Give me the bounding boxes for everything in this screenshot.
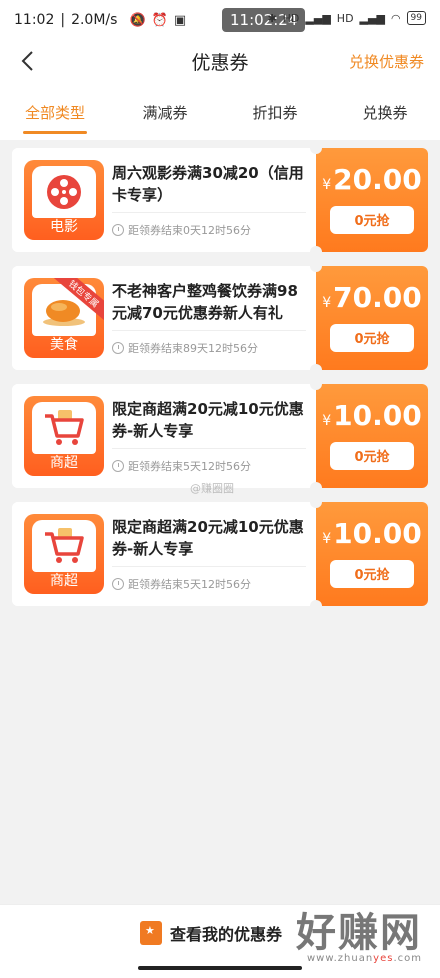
- deadline-text: 距领券结束5天12时56分: [128, 460, 251, 473]
- coupon-list: 电影 周六观影券满30减20（信用卡专享） 距领券结束0天12时56分 ¥ 20…: [12, 148, 428, 620]
- category-label: 美食: [50, 337, 78, 353]
- divider: [112, 566, 306, 567]
- mute-icon: 🔕: [129, 12, 146, 28]
- status-bar: 11:02 | 2.0M/s 🔕 ⏰ ▣ 11:02:24 ✱ HD ▂▄▆ H…: [0, 0, 440, 40]
- tab-all[interactable]: 全部类型: [0, 82, 110, 140]
- bluetooth-icon: ✱: [267, 11, 277, 25]
- coupon-type-tabs: 全部类型 满减券 折扣券 兑换券: [0, 82, 440, 140]
- coupon-amount: ¥ 10.00: [322, 517, 422, 550]
- brand-watermark: 好赚网 www.zhuanyes.com: [296, 913, 422, 964]
- coupon-card[interactable]: 商超 限定商超满20元减10元优惠券-新人专享 距领券结束5天12时56分 ¥ …: [12, 384, 428, 488]
- tab-percentage-off[interactable]: 折扣券: [220, 82, 330, 140]
- status-time: 11:02: [14, 12, 55, 28]
- tab-exchange[interactable]: 兑换券: [330, 82, 440, 140]
- amount-value: 10.00: [333, 398, 422, 432]
- tab-label: 兑换券: [362, 104, 408, 122]
- view-my-coupons-button[interactable]: 查看我的优惠券: [140, 921, 282, 945]
- amount-value: 20.00: [333, 162, 422, 196]
- coupon-title: 限定商超满20元减10元优惠券-新人专享: [112, 518, 304, 558]
- home-indicator[interactable]: [138, 966, 302, 970]
- view-my-coupons-label: 查看我的优惠券: [170, 925, 283, 944]
- redeem-coupon-link[interactable]: 兑换优惠券: [349, 51, 424, 72]
- notification-icon: ▣: [173, 12, 187, 28]
- coupon-stub: ¥ 20.00 0元抢: [310, 148, 428, 252]
- signal-hd-1: HD: [282, 11, 300, 25]
- coupon-card[interactable]: 商超 限定商超满20元减10元优惠券-新人专享 距领券结束5天12时56分 ¥ …: [12, 502, 428, 606]
- alarm-icon: ⏰: [151, 12, 168, 28]
- coupon-stub: ¥ 10.00 0元抢: [310, 502, 428, 606]
- wifi-icon: ◠: [390, 11, 401, 25]
- tab-underline: [23, 131, 87, 134]
- shopping-cart-icon: [45, 528, 84, 563]
- grab-button[interactable]: 0元抢: [330, 441, 414, 470]
- category-label: 商超: [50, 573, 78, 589]
- category-label: 商超: [50, 455, 78, 471]
- coupon-category-icon: 商超: [24, 396, 104, 476]
- chevron-left-icon: [21, 51, 33, 71]
- brand-watermark-text: 好赚网: [296, 910, 422, 956]
- divider: [112, 448, 306, 449]
- coupon-deadline: 距领券结束0天12时56分: [112, 222, 251, 238]
- grab-button[interactable]: 0元抢: [330, 559, 414, 588]
- currency-symbol: ¥: [322, 530, 332, 547]
- currency-symbol: ¥: [322, 176, 332, 193]
- amount-value: 10.00: [333, 516, 422, 550]
- coupon-deadline: 距领券结束5天12时56分: [112, 458, 251, 474]
- coupon-card[interactable]: 钱包专属 美食 不老神客户整鸡餐饮券满98元减70元优惠券新人有礼 距领券结束8…: [12, 266, 428, 370]
- currency-symbol: ¥: [322, 294, 332, 311]
- signal-icon-2: ▂▄▆: [359, 11, 385, 25]
- tab-label: 折扣券: [252, 104, 298, 122]
- clock-icon: [112, 578, 124, 590]
- coupon-title: 限定商超满20元减10元优惠券-新人专享: [112, 400, 304, 440]
- tab-label: 满减券: [142, 104, 188, 122]
- signal-icon: ▂▄▆: [305, 11, 331, 25]
- grab-button[interactable]: 0元抢: [330, 323, 414, 352]
- deadline-text: 距领券结束5天12时56分: [128, 578, 251, 591]
- coupon-amount: ¥ 20.00: [322, 163, 422, 196]
- film-reel-icon: [47, 175, 81, 209]
- tab-label: 全部类型: [24, 104, 85, 122]
- back-button[interactable]: [12, 46, 42, 76]
- deadline-text: 距领券结束0天12时56分: [128, 224, 251, 237]
- coupon-category-icon: 商超: [24, 514, 104, 594]
- coupon-category-icon: 钱包专属 美食: [24, 278, 104, 358]
- nav-bar: 优惠券 兑换优惠券: [0, 40, 440, 82]
- tab-discount-threshold[interactable]: 满减券: [110, 82, 220, 140]
- amount-value: 70.00: [333, 280, 422, 314]
- divider: [112, 212, 306, 213]
- brand-watermark-url: www.zhuanyes.com: [306, 953, 422, 964]
- mid-watermark: @赚圈圈: [190, 482, 234, 495]
- coupon-deadline: 距领券结束89天12时56分: [112, 340, 258, 356]
- status-speed: 2.0M/s: [71, 12, 118, 28]
- coupon-title: 周六观影券满30减20（信用卡专享）: [112, 164, 304, 204]
- clock-icon: [112, 460, 124, 472]
- clock-icon: [112, 224, 124, 236]
- shopping-cart-icon: [45, 410, 84, 445]
- coupon-deadline: 距领券结束5天12时56分: [112, 576, 251, 592]
- coupon-amount: ¥ 70.00: [322, 281, 422, 314]
- coupon-card[interactable]: 电影 周六观影券满30减20（信用卡专享） 距领券结束0天12时56分 ¥ 20…: [12, 148, 428, 252]
- coupon-stub: ¥ 70.00 0元抢: [310, 266, 428, 370]
- coupon-title: 不老神客户整鸡餐饮券满98元减70元优惠券新人有礼: [112, 282, 298, 322]
- ticket-icon: [140, 921, 162, 945]
- grab-button[interactable]: 0元抢: [330, 205, 414, 234]
- category-label: 电影: [50, 219, 78, 235]
- battery-icon: 99: [406, 11, 426, 25]
- bottom-bar: 查看我的优惠券 好赚网 www.zhuanyes.com: [0, 904, 440, 978]
- coupon-stub: ¥ 10.00 0元抢: [310, 384, 428, 488]
- currency-symbol: ¥: [322, 412, 332, 429]
- divider: [112, 330, 306, 331]
- clock-icon: [112, 342, 124, 354]
- deadline-text: 距领券结束89天12时56分: [128, 342, 258, 355]
- signal-hd-2: HD: [336, 11, 354, 25]
- coupon-amount: ¥ 10.00: [322, 399, 422, 432]
- coupon-category-icon: 电影: [24, 160, 104, 240]
